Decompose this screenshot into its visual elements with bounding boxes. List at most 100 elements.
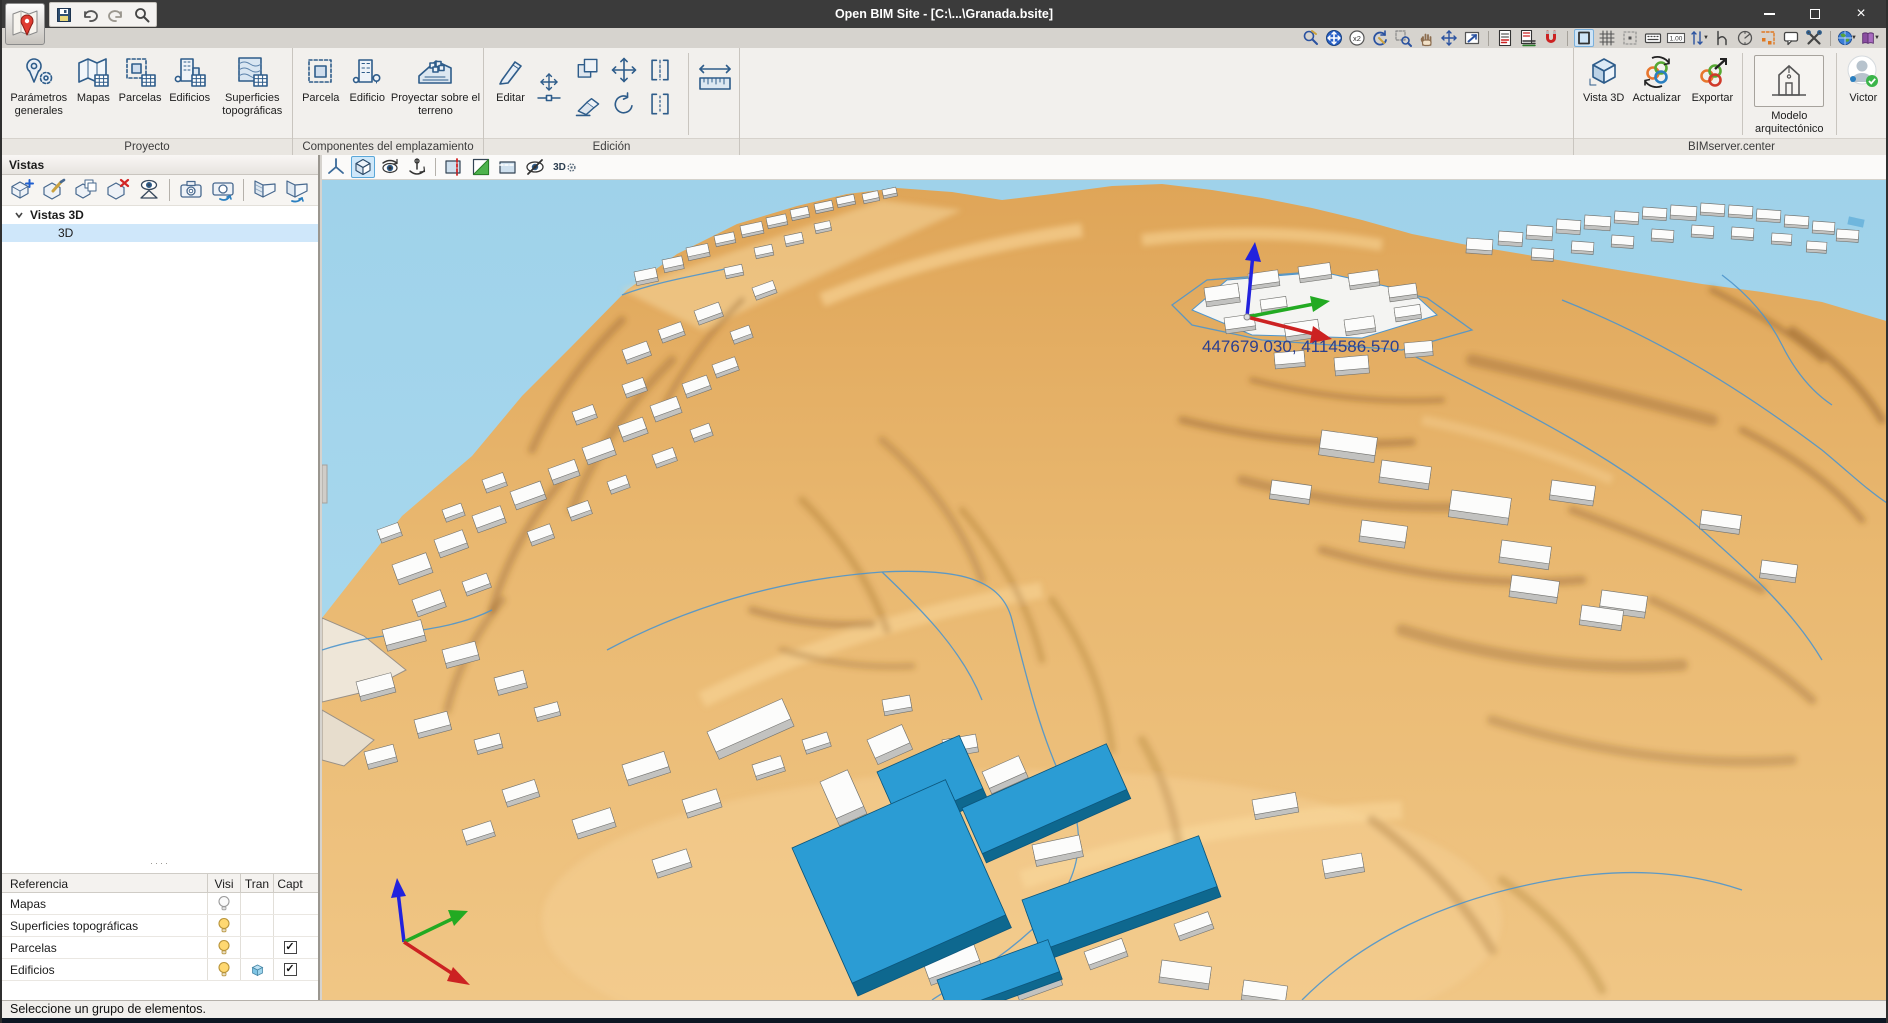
section-plane-button[interactable] [442, 156, 466, 178]
edificio-button[interactable]: Edificio [344, 53, 390, 105]
table-row-edificios[interactable]: Edificios ✓ [2, 959, 318, 981]
exportar-button[interactable]: Exportar [1686, 53, 1739, 105]
hide-elements-button[interactable] [523, 156, 547, 178]
ribbon-group-edicion: Editar Edición [484, 48, 740, 155]
visibility-bulb-on-icon[interactable] [207, 959, 240, 980]
capture-checkbox[interactable]: ✓ [273, 937, 306, 958]
visibility-bulb-off-icon[interactable] [207, 893, 240, 914]
proyectar-sobre-terreno-button[interactable]: Proyectar sobre el terreno [390, 53, 481, 117]
ortho-frame-button[interactable] [1574, 29, 1594, 47]
delete-view-button[interactable] [103, 177, 130, 204]
help-button[interactable]: ▼ [1860, 29, 1880, 47]
tree-group-vistas-3d[interactable]: Vistas 3D [2, 206, 318, 224]
table-row-parcelas[interactable]: Parcelas ✓ [2, 937, 318, 959]
snapshot-export-button[interactable] [209, 177, 236, 204]
parametros-generales-button[interactable]: Parámetros generales [6, 53, 72, 117]
turntable-button[interactable] [405, 156, 429, 178]
architectural-model-frame [1754, 55, 1825, 107]
edit-pencil-icon [498, 61, 522, 85]
parcela-button[interactable]: Parcela [297, 53, 344, 105]
view-3d-mode-button[interactable] [351, 156, 375, 178]
tree-item-3d[interactable]: 3D [2, 224, 318, 242]
add-view-button[interactable] [7, 177, 34, 204]
minimize-button[interactable] [1746, 0, 1792, 28]
object-snap-button[interactable] [1541, 29, 1561, 47]
general-parameters-icon [25, 58, 53, 85]
table-row-mapas[interactable]: Mapas [2, 893, 318, 915]
visibility-bulb-on-icon[interactable] [207, 937, 240, 958]
zoom-edit-button[interactable] [1301, 29, 1321, 47]
view-cone-button[interactable] [135, 177, 162, 204]
duplicate-view-button[interactable] [71, 177, 98, 204]
section-fill-button[interactable] [469, 156, 493, 178]
save-button[interactable] [54, 5, 74, 25]
mapas-button[interactable]: Mapas [72, 53, 116, 105]
clip-box-icon [499, 161, 516, 174]
actualizar-button[interactable]: Actualizar [1627, 53, 1686, 105]
user-account-button[interactable]: Victor [1840, 53, 1886, 105]
3d-scene[interactable]: 447679.030, 4114586.570 [322, 180, 1888, 1000]
capture-checkbox[interactable]: ✓ [273, 959, 306, 980]
comment-button[interactable] [1781, 29, 1801, 47]
divide-right-button[interactable] [642, 53, 678, 87]
keyboard-entry-button[interactable] [1643, 29, 1663, 47]
protractor-button[interactable] [1735, 29, 1755, 47]
group-label-componentes: Componentes del emplazamiento [293, 138, 483, 155]
redraw-button[interactable] [1370, 29, 1390, 47]
web-globe-button[interactable]: ▼ [1837, 29, 1857, 47]
measure-button[interactable] [692, 63, 737, 97]
superficies-topograficas-button[interactable]: Superficies topográficas [215, 53, 290, 117]
axes-button[interactable] [324, 156, 348, 178]
rotate-button[interactable] [606, 87, 642, 121]
snapshot-button[interactable] [177, 177, 204, 204]
reference-table: Referencia Visi Tran Capt Mapas Superfic… [2, 873, 318, 981]
visibility-bulb-on-icon[interactable] [207, 915, 240, 936]
previous-view-button[interactable] [1462, 29, 1482, 47]
section-view-export-button[interactable] [283, 177, 310, 204]
divide-left-button[interactable] [642, 87, 678, 121]
edificios-button[interactable]: Edificios [165, 53, 215, 105]
move-view-button[interactable] [1439, 29, 1459, 47]
transparency-cube-icon[interactable] [240, 959, 273, 980]
pan-button[interactable] [1416, 29, 1436, 47]
section-view-button[interactable] [251, 177, 278, 204]
dxf-layers-button[interactable] [1518, 29, 1538, 47]
erase-button[interactable] [570, 87, 606, 121]
angle-button[interactable] [1712, 29, 1732, 47]
maximize-button[interactable] [1792, 0, 1838, 28]
search-button[interactable] [132, 5, 152, 25]
undo-button[interactable] [80, 5, 100, 25]
redo-button[interactable] [106, 5, 126, 25]
render-3d-settings-button[interactable]: 3D [550, 156, 580, 178]
copy-button[interactable] [570, 53, 606, 87]
move-button[interactable] [606, 53, 642, 87]
dimensions-button[interactable]: ▼ [1689, 29, 1709, 47]
scale-button[interactable]: 1.00 [1666, 29, 1686, 47]
zoom-x2-button[interactable]: x2 [1347, 29, 1367, 47]
edit-view-button[interactable] [39, 177, 66, 204]
snap-grid-button[interactable] [1620, 29, 1640, 47]
orbit-button[interactable] [378, 156, 402, 178]
table-row-superficies[interactable]: Superficies topográficas [2, 915, 318, 937]
zoom-window-button[interactable] [1393, 29, 1413, 47]
dropdown-caret-icon: ▼ [1851, 35, 1857, 41]
editar-button[interactable]: Editar [488, 53, 533, 105]
panel-splitter[interactable]: ···· [2, 858, 318, 870]
save-icon [57, 7, 71, 22]
vista-3d-button[interactable]: Vista 3D [1580, 53, 1627, 105]
app-menu-button[interactable] [5, 3, 45, 45]
grid-button[interactable] [1597, 29, 1617, 47]
edit-node-button[interactable] [533, 71, 564, 105]
clip-box-button[interactable] [496, 156, 520, 178]
dxf-template-icon [1498, 29, 1512, 47]
dxf-template-button[interactable] [1495, 29, 1515, 47]
zoom-extents-button[interactable] [1324, 29, 1344, 47]
panel-splitter-tab[interactable] [322, 464, 328, 504]
maps-icon [78, 58, 110, 87]
topographic-surfaces-icon [238, 57, 269, 87]
close-button[interactable]: × [1838, 0, 1884, 28]
modelo-arquitectonico-button[interactable]: Modelo arquitectónico [1746, 53, 1833, 135]
tools-button[interactable] [1804, 29, 1824, 47]
parcelas-button[interactable]: Parcelas [115, 53, 165, 105]
selection-pattern-button[interactable] [1758, 29, 1778, 47]
